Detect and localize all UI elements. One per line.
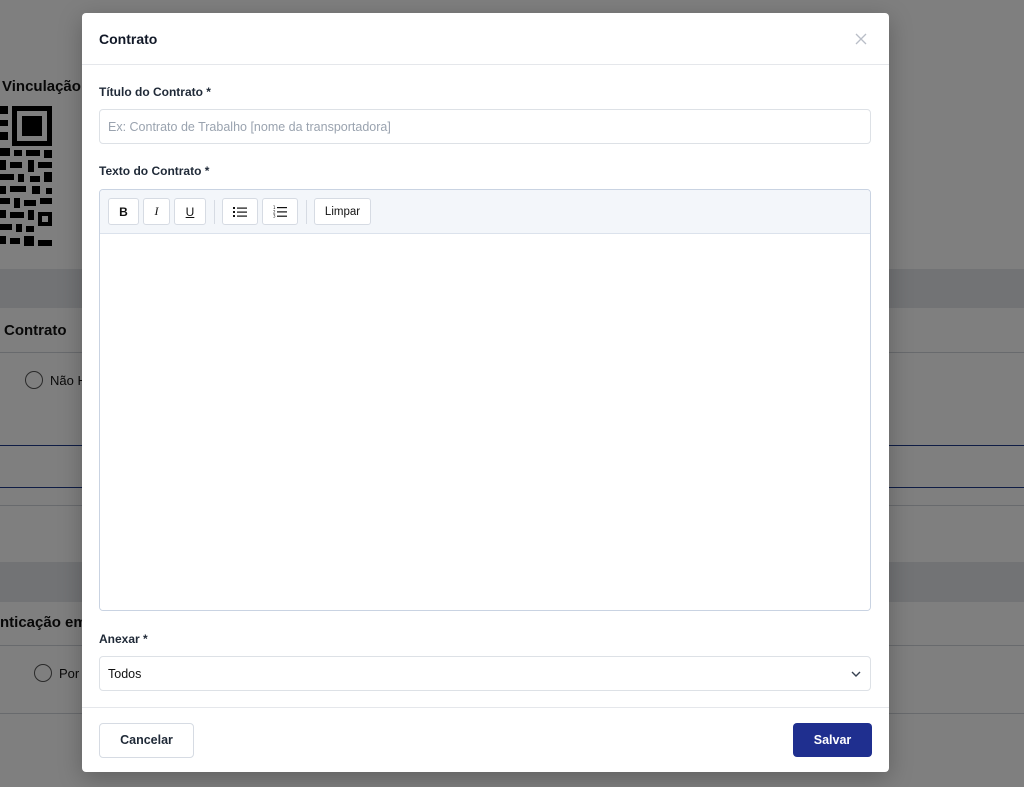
contract-modal: Contrato Título do Contrato * Texto do C… — [82, 13, 889, 772]
numbered-list-icon: 1 2 3 — [273, 205, 287, 218]
svg-text:3: 3 — [273, 214, 276, 218]
bold-button[interactable]: B — [108, 198, 139, 225]
contract-title-input[interactable] — [99, 109, 871, 144]
attach-label: Anexar * — [99, 632, 148, 646]
toolbar-separator — [306, 199, 307, 224]
save-button[interactable]: Salvar — [793, 723, 872, 757]
attach-selected-value: Todos — [108, 666, 142, 681]
modal-body: Título do Contrato * Texto do Contrato *… — [82, 85, 889, 691]
toolbar-separator — [214, 199, 215, 224]
cancel-button[interactable]: Cancelar — [99, 722, 194, 758]
editor-toolbar: B I U 1 2 3 Limpar — [100, 190, 870, 234]
contract-title-label: Título do Contrato * — [99, 85, 211, 99]
modal-header: Contrato — [82, 13, 889, 65]
contract-text-area[interactable] — [100, 234, 870, 610]
bullet-list-button[interactable] — [222, 198, 258, 225]
modal-title: Contrato — [99, 30, 158, 47]
close-icon — [855, 33, 867, 44]
contract-text-label: Texto do Contrato * — [99, 164, 210, 178]
rich-text-editor: B I U 1 2 3 Limpar — [99, 189, 871, 611]
numbered-list-button[interactable]: 1 2 3 — [262, 198, 298, 225]
italic-button[interactable]: I — [143, 198, 170, 225]
clear-format-button[interactable]: Limpar — [314, 198, 371, 225]
attach-select[interactable]: Todos — [99, 656, 871, 691]
modal-footer: Cancelar Salvar — [82, 707, 889, 772]
underline-button[interactable]: U — [174, 198, 206, 225]
bullet-list-icon — [233, 206, 247, 217]
close-button[interactable] — [850, 28, 872, 50]
chevron-down-icon — [851, 671, 861, 677]
